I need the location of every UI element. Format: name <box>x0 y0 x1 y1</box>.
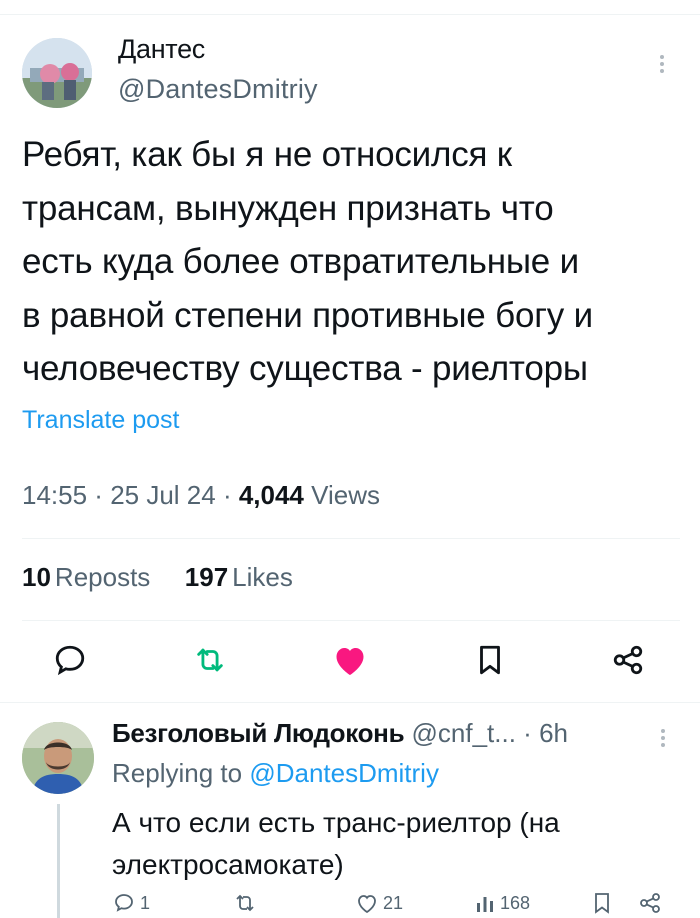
reply-like-button[interactable]: 21 <box>355 888 403 918</box>
reply-replies-count: 1 <box>140 892 151 913</box>
post-date[interactable]: 25 Jul 24 <box>110 480 216 510</box>
likes-label: Likes <box>232 562 293 592</box>
reply-icon[interactable] <box>50 640 90 680</box>
author-avatar[interactable] <box>22 38 92 108</box>
reply-share-button[interactable] <box>638 888 666 918</box>
reply-age[interactable]: 6h <box>539 718 568 748</box>
likes-count: 197 <box>184 562 229 592</box>
reposts-count: 10 <box>22 562 51 592</box>
reply-author-name[interactable]: Безголовый Людоконь <box>112 718 405 748</box>
reply-reply-button[interactable]: 1 <box>112 888 150 918</box>
bookmark-icon <box>595 893 609 914</box>
share-icon <box>640 893 660 913</box>
replying-to-mention[interactable]: @DantesDmitriy <box>249 758 439 788</box>
reply-separator: · <box>515 718 540 748</box>
meta-separator: · <box>215 480 239 510</box>
likes-stat[interactable]: 197 Likes <box>185 562 293 592</box>
like-icon[interactable] <box>330 640 370 680</box>
reply-avatar[interactable] <box>22 722 94 794</box>
more-options-icon[interactable] <box>652 52 672 80</box>
reply-text: А что если есть транс-риелтор (на электр… <box>112 807 560 880</box>
meta-separator: · <box>87 480 111 510</box>
reply-views-count: 168 <box>500 892 531 913</box>
top-divider <box>0 14 700 15</box>
reposts-label: Reposts <box>54 562 151 592</box>
post-stats: 10 Reposts 197 Likes <box>22 562 293 593</box>
reply-icon <box>115 894 133 912</box>
author-name[interactable]: Дантес <box>118 34 205 65</box>
stats-divider-top <box>22 538 680 539</box>
reposts-stat[interactable]: 10 Reposts <box>22 562 150 592</box>
translate-post-link[interactable]: Translate post <box>22 406 179 435</box>
views-icon <box>477 897 493 912</box>
reply-bookmark-button[interactable] <box>592 888 616 918</box>
post-meta: 14:55 · 25 Jul 24 · 4,044 Views <box>22 480 380 511</box>
reply-header: Безголовый Людоконь @cnf_t... · 6h <box>112 718 568 749</box>
reply-views-button[interactable]: 168 <box>474 888 530 918</box>
reply-repost-button[interactable] <box>232 888 262 918</box>
post-bottom-divider <box>0 702 700 703</box>
reply-likes-count: 21 <box>383 892 404 913</box>
replying-to-prefix: Replying to <box>112 758 250 788</box>
reply-author-handle[interactable]: @cnf_t... <box>412 718 516 748</box>
repost-icon <box>236 894 254 912</box>
repost-icon[interactable] <box>190 640 230 680</box>
bookmark-icon[interactable] <box>470 640 510 680</box>
reply-more-options-icon[interactable] <box>655 726 671 752</box>
post-time[interactable]: 14:55 <box>22 480 87 510</box>
views-label: Views <box>311 480 381 510</box>
share-icon[interactable] <box>608 640 648 680</box>
replying-to: Replying to @DantesDmitriy <box>112 758 439 789</box>
views-count: 4,044 <box>238 480 304 510</box>
thread-line <box>57 804 60 918</box>
post-text: Ребят, как бы я не относился к трансам, … <box>22 135 593 388</box>
stats-divider-bottom <box>22 620 680 621</box>
author-handle[interactable]: @DantesDmitriy <box>118 74 318 105</box>
like-icon <box>358 895 376 914</box>
